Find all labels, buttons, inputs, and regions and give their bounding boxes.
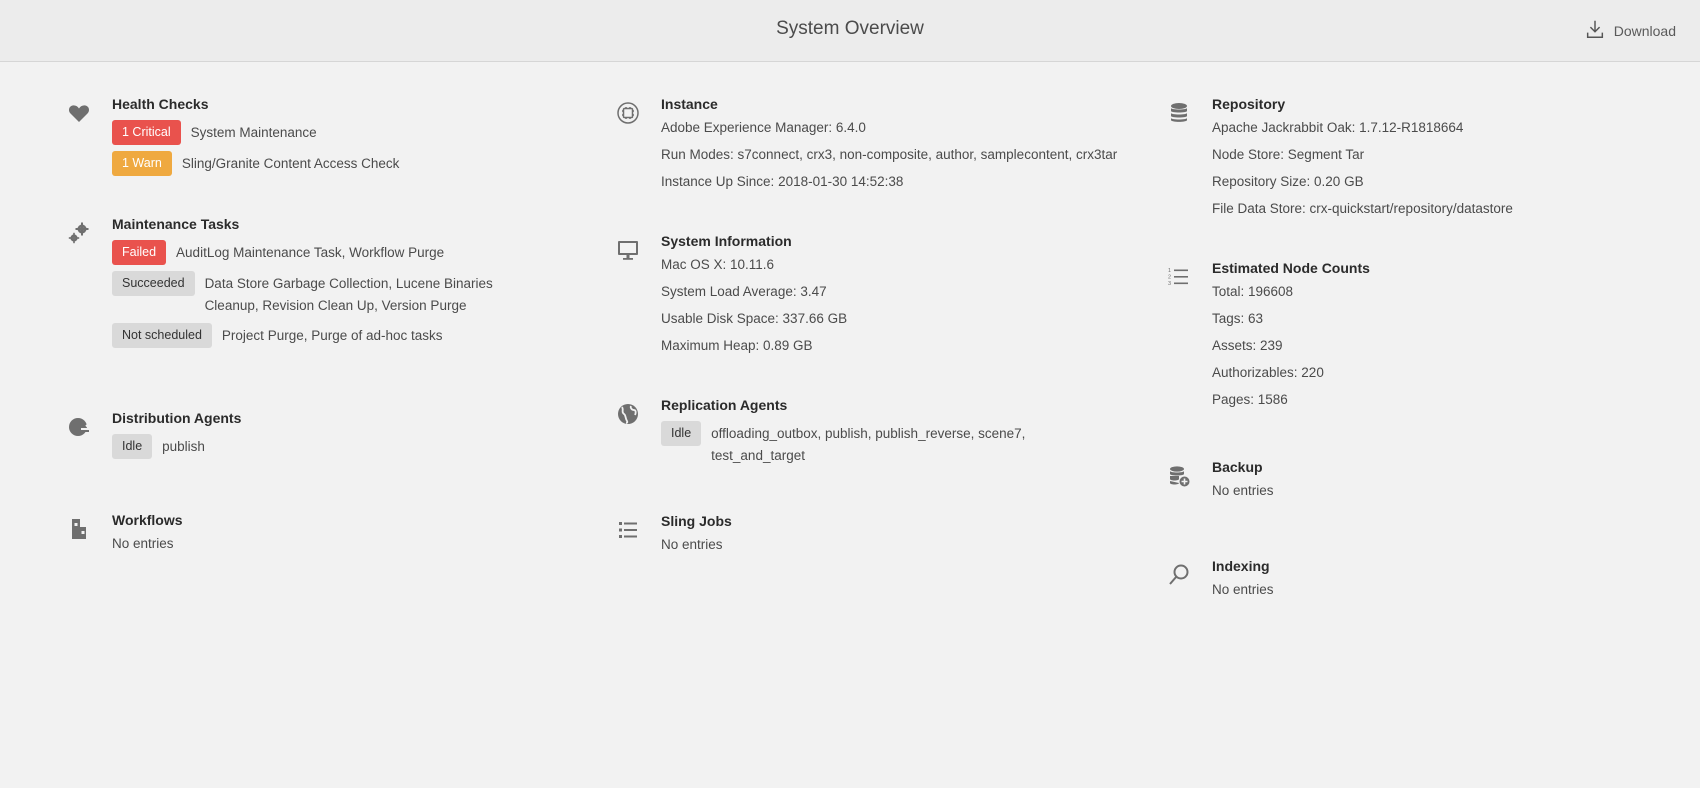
monitor-icon	[615, 237, 641, 263]
globe-icon	[615, 401, 641, 427]
info-line: Authorizables: 220	[1212, 365, 1324, 380]
succeeded-badge: Succeeded	[112, 271, 195, 296]
health-check-text: Sling/Granite Content Access Check	[181, 156, 400, 171]
section-title: Health Checks	[112, 96, 209, 112]
section-title: Sling Jobs	[661, 513, 732, 529]
section-title: Indexing	[1212, 558, 1270, 574]
info-line: Assets: 239	[1212, 338, 1283, 353]
distribution-agent-item[interactable]: Idle publish	[112, 434, 606, 459]
info-line: Instance Up Since: 2018-01-30 14:52:38	[661, 174, 904, 189]
idle-badge: Idle	[661, 421, 702, 446]
heart-icon	[66, 100, 92, 126]
svg-text:3: 3	[1168, 281, 1171, 287]
section-title: Distribution Agents	[112, 410, 242, 426]
health-check-item[interactable]: 1 Critical System Maintenance	[112, 120, 606, 145]
section-title: Instance	[661, 96, 718, 112]
gears-icon	[66, 220, 92, 246]
top-bar: System Overview Download	[0, 0, 1700, 62]
section-title: Estimated Node Counts	[1212, 260, 1370, 276]
health-check-text: System Maintenance	[190, 125, 317, 140]
task-text-line: Cleanup, Revision Clean Up, Version Purg…	[204, 298, 467, 313]
agent-text-line: offloading_outbox, publish, publish_reve…	[711, 426, 1026, 441]
info-line: Adobe Experience Manager: 6.4.0	[661, 120, 866, 135]
database-add-icon	[1166, 463, 1192, 489]
page-title: System Overview	[776, 18, 924, 39]
download-icon	[1584, 18, 1606, 43]
section-title: System Information	[661, 233, 792, 249]
section-title: Backup	[1212, 459, 1263, 475]
info-line: Maximum Heap: 0.89 GB	[661, 338, 813, 353]
not-scheduled-badge: Not scheduled	[112, 323, 212, 348]
maintenance-task-item[interactable]: Succeeded Data Store Garbage Collection,…	[112, 271, 606, 317]
database-icon	[1166, 100, 1192, 126]
info-line: Node Store: Segment Tar	[1212, 147, 1365, 162]
critical-badge: 1 Critical	[112, 120, 181, 145]
info-line: Tags: 63	[1212, 311, 1264, 326]
info-line: File Data Store: crx-quickstart/reposito…	[1212, 201, 1513, 216]
maintenance-task-item[interactable]: Failed AuditLog Maintenance Task, Workfl…	[112, 240, 606, 265]
info-line: Mac OS X: 10.11.6	[661, 257, 775, 272]
failed-badge: Failed	[112, 240, 167, 265]
instance-icon	[615, 100, 641, 126]
info-line: Total: 196608	[1212, 284, 1294, 299]
idle-badge: Idle	[112, 434, 153, 459]
info-line: System Load Average: 3.47	[661, 284, 827, 299]
section-title: Maintenance Tasks	[112, 216, 240, 232]
health-check-item[interactable]: 1 Warn Sling/Granite Content Access Chec…	[112, 151, 606, 176]
section-title: Workflows	[112, 512, 183, 528]
task-text: Project Purge, Purge of ad-hoc tasks	[221, 328, 443, 343]
task-text: AuditLog Maintenance Task, Workflow Purg…	[176, 245, 445, 260]
info-line: Run Modes: s7connect, crx3, non-composit…	[661, 147, 1118, 162]
task-text: Data Store Garbage Collection, Lucene Bi…	[205, 271, 493, 317]
info-line: Apache Jackrabbit Oak: 1.7.12-R1818664	[1212, 120, 1464, 135]
replication-agent-item[interactable]: Idle offloading_outbox, publish, publish…	[661, 421, 1155, 467]
search-icon	[1166, 562, 1192, 588]
distribution-icon	[66, 414, 92, 440]
list-icon	[615, 517, 641, 543]
svg-text:2: 2	[1168, 275, 1171, 281]
agent-text-line: test_and_target	[711, 448, 805, 463]
agent-text: offloading_outbox, publish, publish_reve…	[711, 421, 1025, 467]
maintenance-task-item[interactable]: Not scheduled Project Purge, Purge of ad…	[112, 323, 606, 348]
warn-badge: 1 Warn	[112, 151, 172, 176]
empty-text: No entries	[1212, 483, 1274, 498]
svg-text:1: 1	[1168, 268, 1171, 274]
section-title: Replication Agents	[661, 397, 788, 413]
info-line: Pages: 1586	[1212, 392, 1288, 407]
empty-text: No entries	[1212, 582, 1274, 597]
empty-text: No entries	[661, 537, 723, 552]
info-line: Usable Disk Space: 337.66 GB	[661, 311, 848, 326]
workflow-icon	[66, 516, 92, 542]
download-label: Download	[1613, 22, 1676, 39]
numbered-list-icon: 1 2 3	[1166, 264, 1192, 290]
download-button[interactable]: Download	[1584, 18, 1676, 43]
empty-text: No entries	[112, 536, 174, 551]
info-line: Repository Size: 0.20 GB	[1212, 174, 1364, 189]
agent-text: publish	[162, 439, 205, 454]
section-title: Repository	[1212, 96, 1286, 112]
task-text-line: Data Store Garbage Collection, Lucene Bi…	[204, 276, 493, 291]
